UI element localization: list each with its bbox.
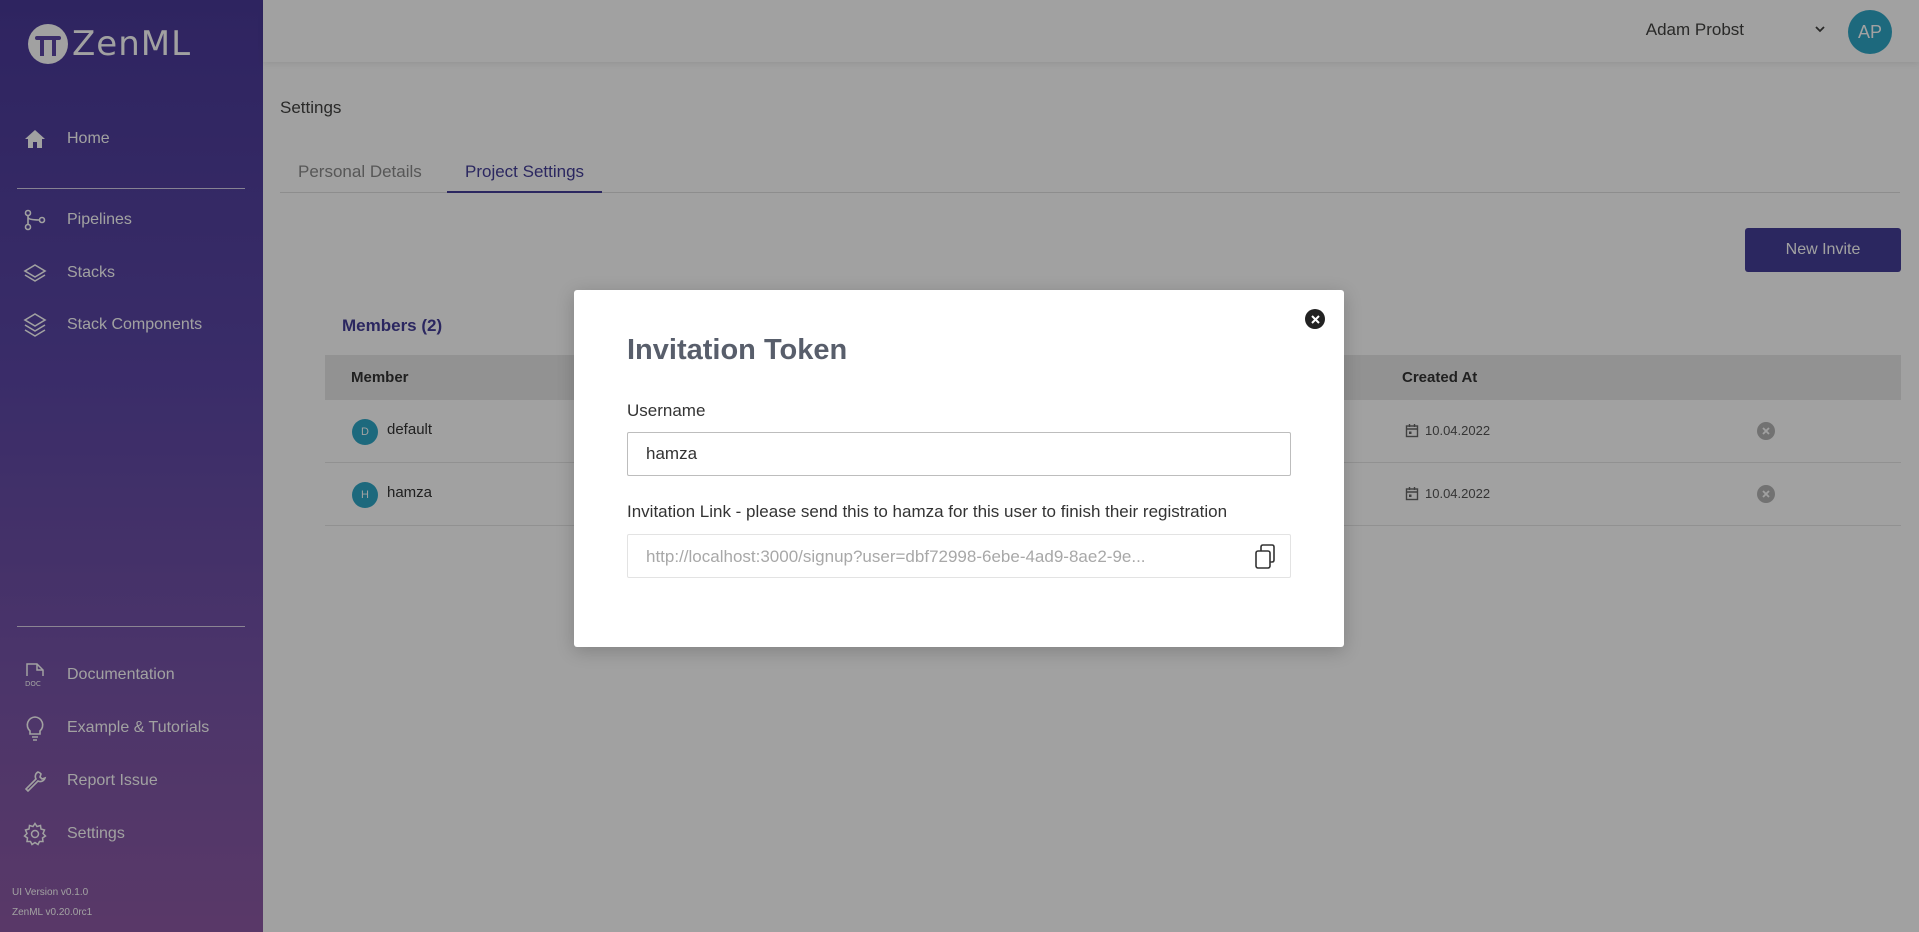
invitation-link-field[interactable]: http://localhost:3000/signup?user=dbf729… — [627, 534, 1291, 578]
invitation-token-modal: Invitation Token Username Invitation Lin… — [574, 290, 1344, 647]
invitation-link-text: http://localhost:3000/signup?user=dbf729… — [646, 547, 1146, 566]
close-icon[interactable] — [1305, 309, 1325, 329]
username-input[interactable] — [627, 432, 1291, 476]
username-label: Username — [627, 401, 706, 420]
copy-icon[interactable] — [1252, 543, 1278, 571]
invitation-link-label: Invitation Link - please send this to ha… — [627, 502, 1228, 521]
modal-title: Invitation Token — [627, 334, 848, 366]
